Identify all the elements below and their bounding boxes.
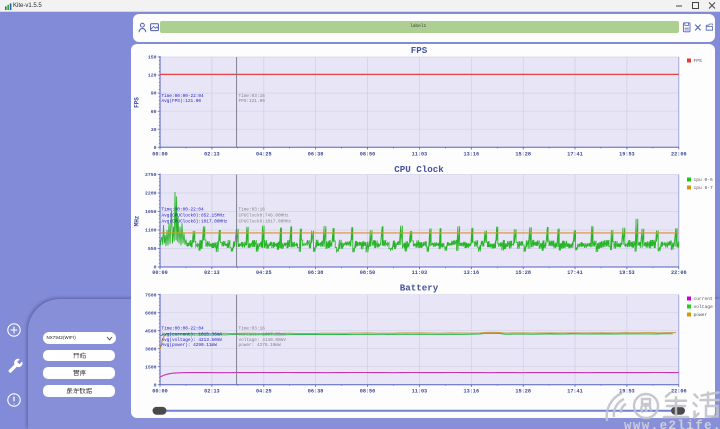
svg-text:Avg(voltage): 4213.50mV: Avg(voltage): 4213.50mV [162,338,223,343]
svg-text:00:00: 00:00 [152,389,168,395]
svg-text:power: 4278.10mW: power: 4278.10mW [239,343,282,348]
svg-text:1500: 1500 [145,364,157,370]
svg-text:Battery: Battery [400,283,439,294]
svg-text:1650: 1650 [145,209,157,215]
svg-text:02:13: 02:13 [204,270,220,276]
svg-text:voltage: 4140.00mV: voltage: 4140.00mV [239,338,287,343]
svg-text:6000: 6000 [145,310,157,316]
svg-text:04:25: 04:25 [256,152,272,158]
svg-text:17:41: 17:41 [567,270,583,276]
svg-text:MHz: MHz [134,215,141,226]
svg-text:Time:00:00-22:04: Time:00:00-22:04 [162,208,205,213]
svg-text:11:03: 11:03 [412,270,428,276]
svg-text:22:06: 22:06 [671,270,687,276]
svg-text:Avg(current): 1015.36mA: Avg(current): 1015.36mA [162,332,223,337]
svg-text:15:28: 15:28 [515,152,531,158]
svg-text:550: 550 [148,246,157,252]
svg-text:17:41: 17:41 [567,389,583,395]
svg-text:Avg(FPS):121.00: Avg(FPS):121.00 [162,99,202,104]
svg-text:08:50: 08:50 [360,389,376,395]
svg-text:06:38: 06:38 [308,270,324,276]
svg-text:13:16: 13:16 [464,152,480,158]
svg-text:FPS: FPS [694,58,703,64]
svg-text:08:50: 08:50 [360,270,376,276]
svg-text:90: 90 [151,91,157,97]
svg-text:FPS: FPS [411,45,428,56]
svg-text:FPS:121.00: FPS:121.00 [239,99,266,104]
svg-text:06:38: 06:38 [308,389,324,395]
svg-text:22:06: 22:06 [671,152,687,158]
svg-text:Avg(CPUClock0):852.15MHz: Avg(CPUClock0):852.15MHz [162,214,226,219]
svg-text:04:25: 04:25 [256,389,272,395]
svg-text:19:53: 19:53 [619,152,635,158]
svg-text:Time:00:00-22:04: Time:00:00-22:04 [162,326,205,331]
svg-text:0: 0 [154,382,157,388]
svg-text:08:50: 08:50 [360,152,376,158]
svg-text:00:00: 00:00 [152,152,168,158]
svg-text:cpu 0-5: cpu 0-5 [694,177,714,183]
svg-text:current: current [694,296,714,302]
svg-text:15:28: 15:28 [515,389,531,395]
svg-text:15:28: 15:28 [515,270,531,276]
svg-text:cpu 6-7: cpu 6-7 [694,185,714,191]
svg-text:voltage: voltage [694,304,714,310]
svg-text:CPUClock6:1017.00MHz: CPUClock6:1017.00MHz [239,220,292,225]
svg-text:60: 60 [151,109,157,115]
svg-text:120: 120 [148,73,157,79]
svg-text:4500: 4500 [145,328,157,334]
svg-text:www.e2life.net: www.e2life.net [624,419,720,429]
svg-text:30: 30 [151,127,157,133]
svg-text:13:16: 13:16 [464,389,480,395]
svg-text:11:03: 11:03 [412,152,428,158]
svg-text:FPS: FPS [134,97,141,108]
svg-text:1100: 1100 [145,228,157,234]
svg-text:7500: 7500 [145,292,157,298]
svg-text:0: 0 [154,145,157,151]
svg-text:13:16: 13:16 [464,270,480,276]
svg-text:04:25: 04:25 [256,270,272,276]
svg-text:02:13: 02:13 [204,152,220,158]
svg-text:11:03: 11:03 [412,389,428,395]
svg-text:2200: 2200 [145,191,157,197]
svg-text:CPUClock0:748.00MHz: CPUClock0:748.00MHz [239,214,289,219]
svg-text:Avg(CPUClock6):1017.00MHz: Avg(CPUClock6):1017.00MHz [162,220,228,225]
svg-text:current: 1007.00mA: current: 1007.00mA [239,332,287,337]
svg-text:2750: 2750 [145,172,157,178]
svg-text:00:00: 00:00 [152,270,168,276]
svg-text:19:53: 19:53 [619,270,635,276]
svg-text:Avg(power): 4290.11mW: Avg(power): 4290.11mW [162,343,218,348]
svg-text:22:06: 22:06 [671,389,687,395]
svg-text:06:38: 06:38 [308,152,324,158]
svg-text:17:41: 17:41 [567,152,583,158]
svg-text:02:13: 02:13 [204,389,220,395]
svg-text:Time:03:16: Time:03:16 [239,208,266,213]
svg-text:Time:03:16: Time:03:16 [239,326,266,331]
svg-text:150: 150 [148,55,157,61]
svg-text:power: power [694,313,708,318]
svg-text:3000: 3000 [145,346,157,352]
svg-text:CPU Clock: CPU Clock [394,164,444,175]
